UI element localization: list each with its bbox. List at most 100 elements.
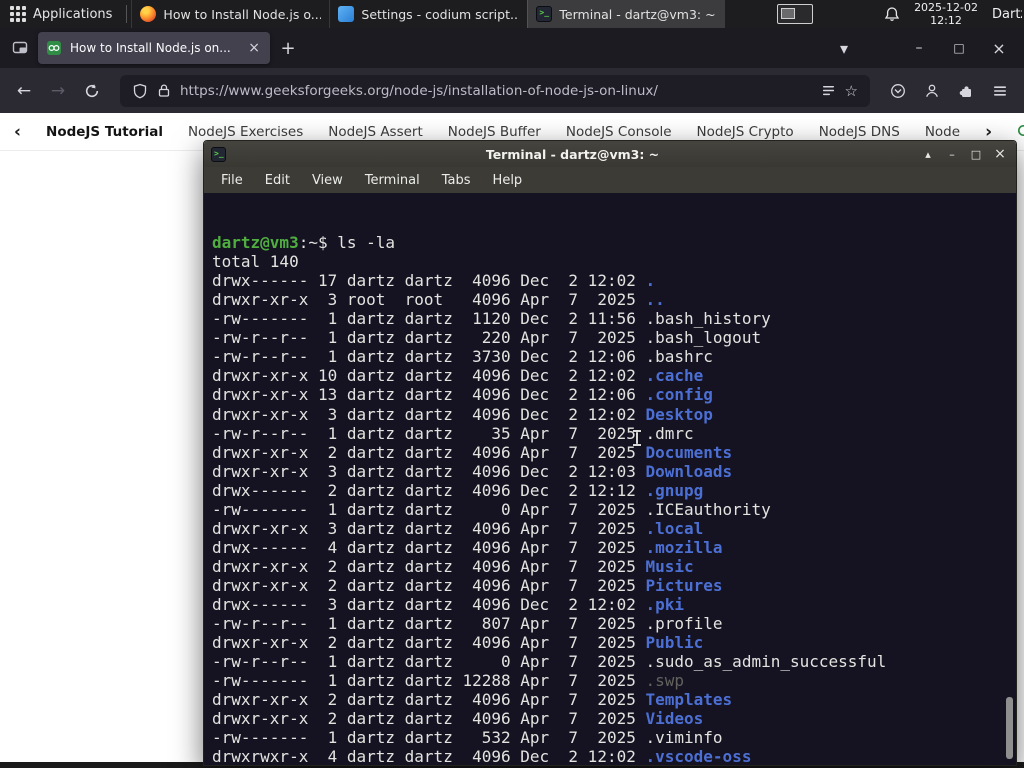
listing-name: ..: [645, 290, 665, 310]
tracking-shield-icon[interactable]: [132, 83, 148, 99]
prompt-command: ls -la: [327, 233, 396, 253]
terminal-menu-tabs[interactable]: Tabs: [431, 170, 482, 191]
forward-button[interactable]: →: [44, 77, 72, 105]
window-close-button[interactable]: ×: [984, 34, 1014, 62]
terminal-minimize-button[interactable]: –: [943, 145, 961, 163]
terminal-shade-button[interactable]: ▴: [919, 145, 937, 163]
tab-favicon: [46, 40, 62, 56]
listing-name: .viminfo: [645, 728, 723, 748]
listing-meta: drwx------ 17 dartz dartz 4096 Dec 2 12:…: [212, 271, 646, 291]
browser-nav-toolbar: ← → https://www.geeksforgeeks.org/node-j…: [0, 68, 1024, 113]
terminal-close-button[interactable]: ×: [991, 145, 1009, 163]
listing-meta: drwxr-xr-x 2 dartz dartz 4096 Apr 7 2025: [212, 690, 646, 710]
extensions-puzzle-icon[interactable]: [952, 77, 980, 105]
listing-name: Public: [645, 633, 704, 653]
taskbar-window-firefox[interactable]: How to Install Node.js o...: [131, 0, 329, 28]
connection-lock-icon[interactable]: [157, 83, 171, 98]
terminal-body[interactable]: dartz@vm3:~$ ls -la total 140 drwx------ 1…: [204, 193, 1016, 765]
panel-status-area: 2025-12-02 12:12 Dartz: [884, 1, 1024, 27]
listing-meta: drwxr-xr-x 2 dartz dartz 4096 Apr 7 2025: [212, 709, 646, 729]
terminal-scrollbar[interactable]: [1005, 193, 1014, 765]
terminal-icon: [536, 6, 553, 22]
terminal-listing-row: drwx------ 3 dartz dartz 4096 Dec 2 12:0…: [212, 595, 1016, 614]
listing-meta: drwx------ 4 dartz dartz 4096 Apr 7 2025: [212, 537, 646, 557]
terminal-output: dartz@vm3:~$ ls -la total 140 drwx------ 1…: [212, 233, 1016, 765]
list-all-tabs-icon[interactable]: ▾: [830, 34, 858, 62]
terminal-titlebar[interactable]: Terminal - dartz@vm3: ~ ▴ – □ ×: [204, 141, 1016, 167]
reader-mode-icon[interactable]: [821, 83, 836, 98]
applications-menu-button[interactable]: Applications: [0, 0, 122, 28]
terminal-menu-file[interactable]: File: [210, 170, 254, 191]
reload-button[interactable]: [78, 77, 106, 105]
site-nav-forward-chevron[interactable]: ›: [985, 122, 992, 142]
terminal-scrollbar-thumb[interactable]: [1006, 697, 1013, 759]
listing-meta: drwxr-xr-x 3 dartz dartz 4096 Apr 7 2025: [212, 518, 646, 538]
workspace-window-thumb: [781, 8, 796, 19]
taskbar-windows: How to Install Node.js o... Settings - co…: [131, 0, 726, 28]
bookmark-star-icon[interactable]: ☆: [845, 82, 858, 100]
listing-name: .dmrc: [645, 423, 694, 443]
terminal-listing-row: drwx------ 4 dartz dartz 4096 Apr 7 2025…: [212, 538, 1016, 557]
terminal-listing-row: drwxr-xr-x 2 dartz dartz 4096 Apr 7 2025…: [212, 690, 1016, 709]
browser-tab-active[interactable]: How to Install Node.js on... ×: [38, 32, 270, 64]
taskbar-window-title: How to Install Node.js o...: [163, 6, 322, 22]
tab-title: How to Install Node.js on...: [70, 41, 231, 55]
notification-bell-icon[interactable]: [884, 6, 900, 22]
pocket-icon[interactable]: [884, 77, 912, 105]
terminal-listing-row: drwxr-xr-x 2 dartz dartz 4096 Apr 7 2025…: [212, 557, 1016, 576]
listing-meta: -rw------- 1 dartz dartz 532 Apr 7 2025: [212, 728, 646, 748]
terminal-listing-row: drwxr-xr-x 3 dartz dartz 4096 Apr 7 2025…: [212, 519, 1016, 538]
url-bar[interactable]: https://www.geeksforgeeks.org/node-js/in…: [120, 74, 870, 107]
terminal-listing-row: drwxr-xr-x 2 dartz dartz 4096 Apr 7 2025…: [212, 709, 1016, 728]
browser-tab-bar: How to Install Node.js on... × + ▾ – □ ×: [0, 28, 1024, 68]
site-nav-item-nodejs-tutorial[interactable]: NodeJS Tutorial: [46, 124, 163, 140]
tab-close-icon[interactable]: ×: [246, 40, 262, 56]
listing-meta: -rw-r--r-- 1 dartz dartz 3730 Dec 2 12:0…: [212, 347, 646, 367]
site-nav-item-nodejs-assert[interactable]: NodeJS Assert: [328, 124, 423, 140]
listing-meta: drwxr-xr-x 2 dartz dartz 4096 Apr 7 2025: [212, 633, 646, 653]
site-nav-item-nodejs-exercises[interactable]: NodeJS Exercises: [188, 124, 303, 140]
codium-icon: [338, 6, 355, 22]
listing-meta: drwxr-xr-x 3 dartz dartz 4096 Dec 2 12:0…: [212, 461, 646, 481]
listing-name: .bash_logout: [645, 328, 762, 348]
site-nav-back-chevron[interactable]: ‹: [14, 122, 21, 142]
site-nav-item-node[interactable]: Node: [925, 124, 960, 140]
terminal-listing-row: -rw------- 1 dartz dartz 532 Apr 7 2025 …: [212, 728, 1016, 747]
hamburger-menu-icon[interactable]: [986, 77, 1014, 105]
terminal-listing-row: drwxr-xr-x 3 dartz dartz 4096 Dec 2 12:0…: [212, 462, 1016, 481]
listing-meta: drwxr-xr-x 2 dartz dartz 4096 Apr 7 2025: [212, 442, 646, 462]
taskbar-window-codium[interactable]: Settings - codium script...: [329, 0, 527, 28]
window-maximize-button[interactable]: □: [944, 34, 974, 62]
terminal-menu-help[interactable]: Help: [482, 170, 534, 191]
listing-name: Pictures: [645, 575, 723, 595]
terminal-menu-terminal[interactable]: Terminal: [354, 170, 431, 191]
back-button[interactable]: ←: [10, 77, 38, 105]
terminal-listing-row: -rw-r--r-- 1 dartz dartz 35 Apr 7 2025 .…: [212, 424, 1016, 443]
firefox-view-icon[interactable]: [6, 34, 34, 62]
listing-meta: drwxr-xr-x 3 root root 4096 Apr 7 2025: [212, 290, 646, 310]
site-nav-item-nodejs-console[interactable]: NodeJS Console: [566, 124, 672, 140]
listing-meta: drwxrwxr-x 4 dartz dartz 4096 Dec 2 12:0…: [212, 747, 646, 765]
listing-name: .sudo_as_admin_successful: [645, 652, 887, 672]
site-nav-item-nodejs-crypto[interactable]: NodeJS Crypto: [697, 124, 794, 140]
site-nav-item-nodejs-buffer[interactable]: NodeJS Buffer: [448, 124, 541, 140]
panel-clock[interactable]: 2025-12-02 12:12: [914, 1, 978, 27]
account-icon[interactable]: [918, 77, 946, 105]
panel-separator: [126, 5, 128, 23]
listing-meta: drwx------ 2 dartz dartz 4096 Dec 2 12:1…: [212, 480, 646, 500]
url-text[interactable]: https://www.geeksforgeeks.org/node-js/in…: [180, 83, 812, 99]
taskbar-window-terminal[interactable]: Terminal - dartz@vm3: ~: [527, 0, 726, 28]
terminal-menu-edit[interactable]: Edit: [254, 170, 301, 191]
site-search-icon[interactable]: [1016, 123, 1024, 141]
listing-name: .ICEauthority: [645, 499, 771, 519]
terminal-menu-view[interactable]: View: [301, 170, 354, 191]
workspace-switcher[interactable]: [777, 4, 814, 24]
window-minimize-button[interactable]: –: [904, 34, 934, 62]
new-tab-button[interactable]: +: [274, 34, 302, 62]
listing-name: Desktop: [645, 404, 713, 424]
site-nav-item-nodejs-dns[interactable]: NodeJS DNS: [819, 124, 900, 140]
taskbar-window-title: Settings - codium script...: [361, 6, 520, 22]
terminal-maximize-button[interactable]: □: [967, 145, 985, 163]
terminal-listing-row: -rw-r--r-- 1 dartz dartz 0 Apr 7 2025 .s…: [212, 652, 1016, 671]
terminal-listing-row: drwxr-xr-x 3 root root 4096 Apr 7 2025 .…: [212, 290, 1016, 309]
